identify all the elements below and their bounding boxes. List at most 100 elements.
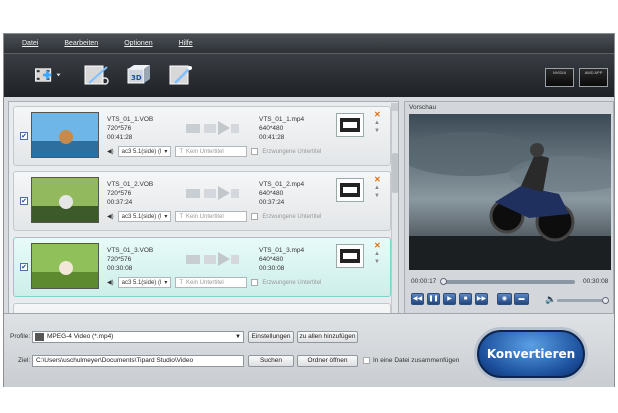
seek-bar[interactable] (440, 278, 575, 285)
item-side-actions: ✕ ▲ ▼ (374, 111, 381, 135)
apply-all-button[interactable]: zu allen hinzufügen (297, 331, 358, 343)
output-format-button[interactable] (336, 244, 364, 268)
target-info: VTS_01_1.mp4 640*480 00:41:28 (259, 115, 304, 142)
stop-icon: ■ (463, 296, 468, 302)
item-options: ◀) ac3 5.1(side) (l ▾ T Kein Untertitel … (107, 277, 321, 288)
film-icon (340, 249, 360, 263)
stop-button[interactable]: ■ (459, 293, 472, 305)
remove-icon[interactable]: ✕ (374, 111, 381, 119)
rewind-button[interactable]: ◀◀ (411, 293, 424, 305)
scroll-up-arrow[interactable] (392, 103, 398, 111)
play-icon: ▶ (447, 296, 452, 302)
amd-badge-label: AMD APP (584, 70, 603, 75)
output-format-button[interactable] (336, 178, 364, 202)
settings-button[interactable]: Einstellungen (248, 331, 294, 343)
subtitle-value: Kein Untertitel (186, 279, 224, 286)
speaker-icon: ◀) (107, 214, 114, 220)
volume-slider[interactable] (557, 297, 609, 304)
forced-subtitle-checkbox[interactable] (251, 279, 259, 286)
convert-arrow-icon (186, 121, 239, 135)
source-name: VTS_01_1.VOB (107, 116, 154, 123)
profile-select[interactable]: MPEG-4 Video (*.mp4) ▼ (32, 331, 244, 343)
target-info: VTS_01_2.mp4 640*480 00:37:24 (259, 180, 304, 207)
3d-icon: 3D (127, 65, 150, 84)
item-thumbnail (31, 177, 99, 223)
seek-handle[interactable] (440, 278, 448, 285)
target-name: VTS_01_2.mp4 (259, 181, 305, 188)
convert-button[interactable]: Konvertieren (477, 330, 585, 378)
speaker-icon: ◀) (107, 280, 114, 286)
nvidia-badge-label: NVIDIA (552, 70, 567, 75)
subtitle-select[interactable]: T Kein Untertitel (175, 277, 248, 288)
browse-button[interactable]: Suchen (248, 355, 294, 367)
item-checkbox[interactable]: ✔ (20, 263, 28, 271)
scroll-thumb[interactable] (392, 153, 398, 193)
move-down-icon[interactable]: ▼ (374, 127, 381, 135)
film-icon (340, 118, 360, 132)
forced-subtitle-checkbox[interactable] (251, 213, 259, 220)
svg-text:3D: 3D (131, 74, 142, 82)
menu-optionen[interactable]: Optionen (124, 40, 152, 47)
open-folder-button[interactable]: Ordner öffnen (297, 355, 358, 367)
forward-button[interactable]: ▶▶ (475, 293, 488, 305)
add-file-button[interactable] (26, 62, 70, 88)
subtitle-icon: T (179, 213, 183, 220)
audio-track-select[interactable]: ac3 5.1(side) (l ▾ (117, 146, 172, 157)
folder-button[interactable]: ▬ (514, 293, 529, 305)
profile-label: Profile: (10, 333, 31, 340)
chevron-down-icon: ▾ (164, 280, 168, 286)
audio-track-select[interactable]: ac3 5.1(side) (l ▾ (117, 277, 172, 288)
menu-bearbeiten[interactable]: Bearbeiten (64, 40, 98, 47)
target-resolution: 640*480 (259, 190, 284, 197)
source-name: VTS_01_2.VOB (107, 181, 154, 188)
merge-checkbox[interactable] (363, 357, 370, 364)
effects-icon (169, 65, 192, 85)
target-resolution: 640*480 (259, 256, 284, 263)
subtitle-select[interactable]: T Kein Untertitel (175, 211, 248, 222)
move-up-icon[interactable]: ▲ (374, 119, 381, 127)
volume-handle[interactable] (602, 297, 609, 304)
item-checkbox[interactable]: ✔ (20, 197, 28, 205)
remove-icon[interactable]: ✕ (374, 176, 381, 184)
list-item[interactable]: ✔ VTS_01_2.VOB 720*576 00:37:24 VTS_01_2… (13, 171, 391, 231)
forward-icon: ▶▶ (476, 296, 487, 302)
subtitle-value: Kein Untertitel (186, 213, 224, 220)
preview-title: Vorschau (409, 104, 437, 111)
audio-track-select[interactable]: ac3 5.1(side) (l ▾ (117, 211, 172, 222)
file-list: ✔ VTS_01_1.VOB 720*576 00:41:28 VTS_01_1… (8, 101, 399, 344)
remove-icon[interactable]: ✕ (374, 242, 381, 250)
convert-arrow-icon (186, 252, 239, 266)
output-format-button[interactable] (336, 113, 364, 137)
move-down-icon[interactable]: ▼ (374, 192, 381, 200)
forced-subtitle-label: Erzwungene Untertitel (262, 213, 322, 220)
pause-icon: ❚❚ (428, 296, 439, 302)
target-path-field[interactable]: C:\Users\uschulmeyer\Documents\Tipard St… (32, 355, 244, 367)
pause-button[interactable]: ❚❚ (427, 293, 440, 305)
menu-hilfe[interactable]: Hilfe (179, 40, 193, 47)
edit-video-button[interactable] (82, 62, 112, 88)
move-up-icon[interactable]: ▲ (374, 184, 381, 192)
list-item[interactable]: ✔ VTS_01_3.VOB 720*576 00:30:08 VTS_01_3… (13, 237, 391, 297)
preview-panel: Vorschau 00:00:17 00:30:08 ◀◀ ❚❚ ▶ ■ ▶▶ … (404, 101, 614, 344)
preview-video (409, 114, 611, 270)
effects-button[interactable] (166, 62, 196, 88)
menu-datei[interactable]: Datei (22, 40, 38, 47)
forced-subtitle-checkbox[interactable] (251, 148, 259, 155)
move-down-icon[interactable]: ▼ (374, 258, 381, 266)
move-up-icon[interactable]: ▲ (374, 250, 381, 258)
camera-icon: ◉ (501, 296, 508, 302)
item-options: ◀) ac3 5.1(side) (l ▾ T Kein Untertitel … (107, 146, 321, 157)
bottom-panel: Profile: MPEG-4 Video (*.mp4) ▼ Einstell… (4, 313, 614, 387)
item-side-actions: ✕ ▲ ▼ (374, 242, 381, 266)
item-checkbox[interactable]: ✔ (20, 132, 28, 140)
3d-button[interactable]: 3D (124, 62, 154, 88)
list-item[interactable]: ✔ VTS_01_1.VOB 720*576 00:41:28 VTS_01_1… (13, 106, 391, 166)
snapshot-button[interactable]: ◉ (497, 293, 512, 305)
list-scrollbar[interactable] (391, 103, 398, 342)
play-button[interactable]: ▶ (443, 293, 456, 305)
chevron-down-icon: ▾ (164, 149, 168, 155)
merge-label: In eine Datei zusammenfügen (373, 357, 460, 364)
target-resolution: 640*480 (259, 125, 284, 132)
convert-label: Konvertieren (486, 347, 576, 361)
subtitle-select[interactable]: T Kein Untertitel (175, 146, 248, 157)
